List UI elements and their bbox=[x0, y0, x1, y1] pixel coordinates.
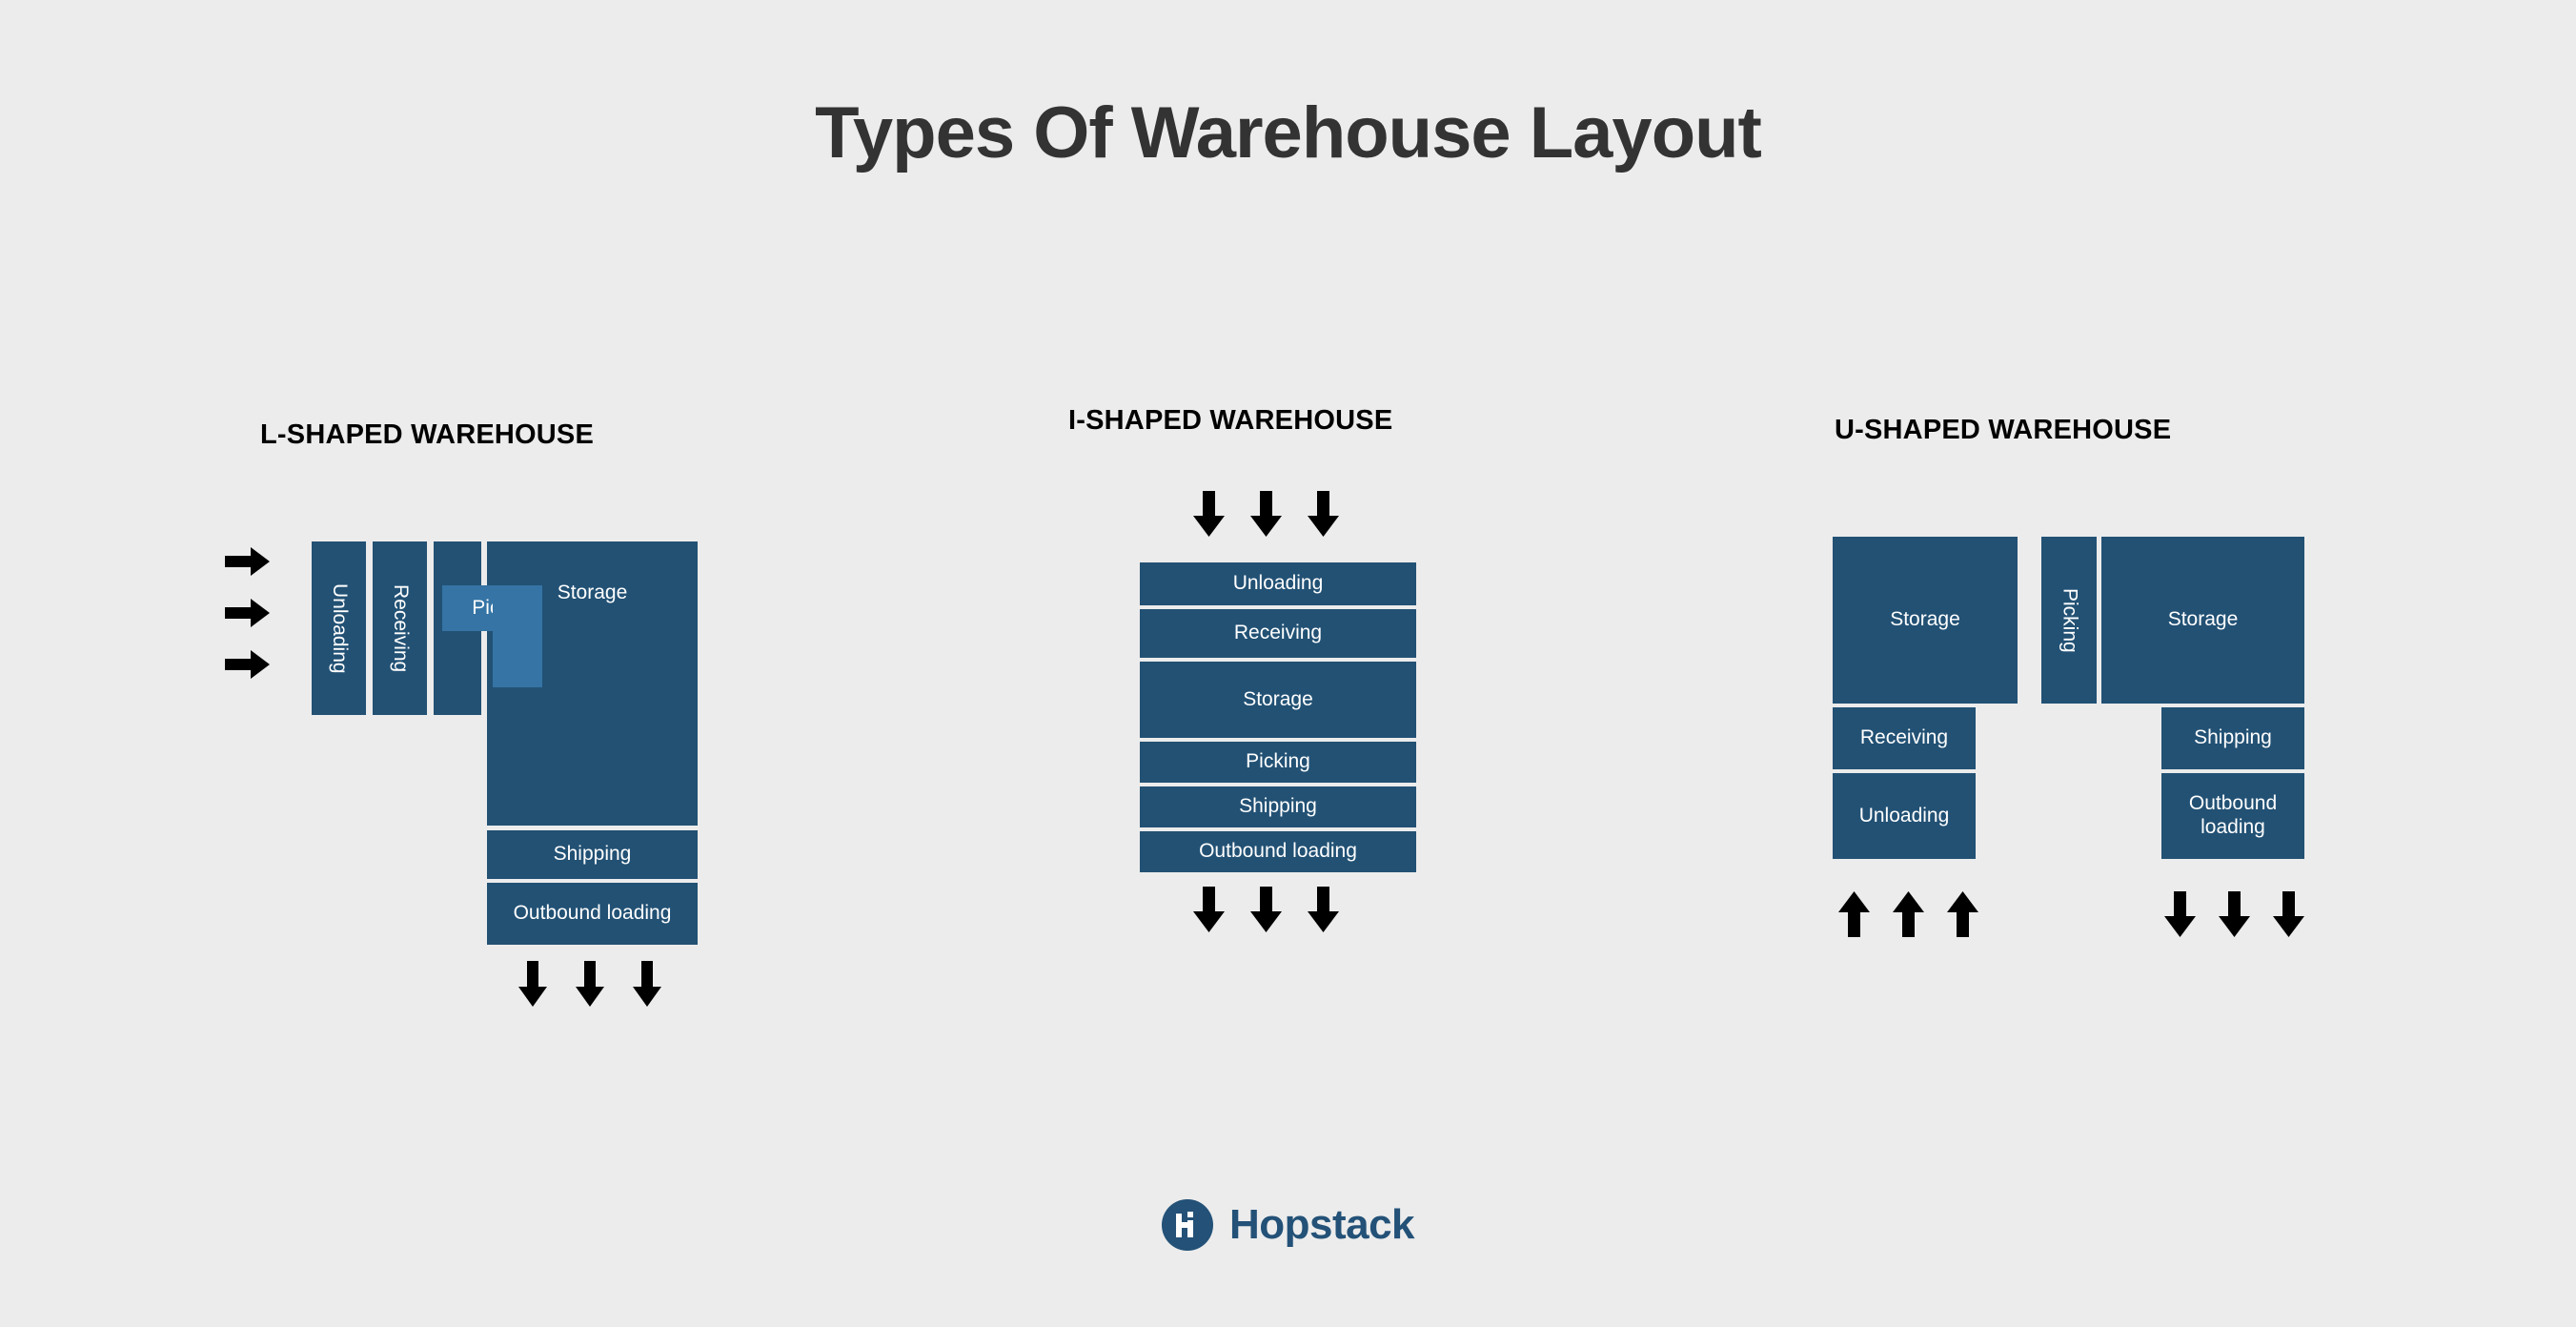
zone-label: Storage bbox=[1243, 687, 1313, 710]
inbound-arrow-up-2 bbox=[1893, 891, 1924, 937]
zone-picking: Picking bbox=[1140, 742, 1416, 783]
logo-h-right-stem bbox=[1187, 1220, 1193, 1237]
panel-title-l-shaped: L-SHAPED WAREHOUSE bbox=[260, 419, 595, 450]
zone-outbound-loading: Outbound loading bbox=[2161, 773, 2304, 859]
zone-unloading: Unloading bbox=[312, 541, 366, 715]
zone-label: Unloading bbox=[328, 582, 351, 674]
zone-storage: Storage bbox=[1140, 662, 1416, 738]
zone-picking: Picking bbox=[2041, 537, 2097, 704]
brand-name: Hopstack bbox=[1228, 1201, 1415, 1248]
zone-outbound-loading: Outbound loading bbox=[1140, 831, 1416, 872]
inbound-arrow-right-2 bbox=[225, 599, 270, 627]
logo-i-dot bbox=[1187, 1212, 1193, 1217]
outbound-arrow-down-2 bbox=[576, 961, 604, 1007]
layout-panel-l-shaped: L-SHAPED WAREHOUSE Storage Unloading Rec… bbox=[172, 419, 858, 1030]
zone-receiving: Receiving bbox=[1140, 609, 1416, 658]
zone-label: Storage bbox=[1890, 608, 1960, 631]
inbound-arrow-down-2 bbox=[1250, 491, 1282, 537]
panel-title-i-shaped: I-SHAPED WAREHOUSE bbox=[1068, 405, 1393, 436]
inbound-arrow-down-1 bbox=[1193, 491, 1225, 537]
zone-receiving: Receiving bbox=[373, 541, 427, 715]
zone-label: Unloading bbox=[1232, 572, 1324, 595]
zone-storage-right: Storage bbox=[2101, 537, 2304, 704]
inbound-arrow-right-3 bbox=[225, 650, 270, 679]
panel-title-u-shaped: U-SHAPED WAREHOUSE bbox=[1835, 415, 2172, 445]
zone-label: Outbound loading bbox=[2188, 792, 2278, 838]
hopstack-logo-icon bbox=[1161, 1199, 1213, 1251]
zone-label: Receiving bbox=[1233, 622, 1323, 644]
zone-label: Storage bbox=[2167, 608, 2239, 631]
outbound-arrow-down-1 bbox=[2164, 891, 2196, 937]
zone-receiving: Receiving bbox=[1833, 707, 1976, 769]
zone-storage-left: Storage bbox=[1833, 537, 2018, 704]
outbound-arrow-down-1 bbox=[518, 961, 547, 1007]
inbound-arrow-right-1 bbox=[225, 547, 270, 576]
layout-panel-u-shaped: U-SHAPED WAREHOUSE Storage Picking Stora… bbox=[1792, 415, 2402, 1034]
zone-unloading: Unloading bbox=[1140, 562, 1416, 605]
zone-label: Outbound loading bbox=[1199, 840, 1357, 863]
inbound-arrow-up-3 bbox=[1947, 891, 1978, 937]
inbound-arrow-down-3 bbox=[1308, 491, 1339, 537]
outbound-arrow-down-3 bbox=[2273, 891, 2304, 937]
page-title: Types Of Warehouse Layout bbox=[815, 92, 1762, 174]
zone-label: Shipping bbox=[2194, 726, 2272, 749]
zone-label: Storage bbox=[557, 582, 628, 603]
zone-outbound-loading: Outbound loading bbox=[487, 883, 698, 945]
zone-label: Outbound loading bbox=[513, 902, 672, 925]
zone-picking-leg bbox=[493, 585, 542, 687]
zone-shipping: Shipping bbox=[1140, 786, 1416, 827]
zone-label: Unloading bbox=[1858, 804, 1950, 827]
outbound-arrow-down-2 bbox=[2219, 891, 2250, 937]
zone-label: Receiving bbox=[1859, 726, 1949, 749]
outbound-arrow-down-3 bbox=[1308, 887, 1339, 932]
zone-label: Picking bbox=[1246, 750, 1310, 773]
zone-label: Receiving bbox=[389, 583, 412, 673]
zone-shipping: Shipping bbox=[487, 830, 698, 879]
zone-unloading: Unloading bbox=[1833, 773, 1976, 859]
outbound-arrow-down-2 bbox=[1250, 887, 1282, 932]
brand-footer: Hopstack bbox=[0, 1199, 2576, 1251]
zone-label: Shipping bbox=[1239, 795, 1317, 818]
outbound-arrow-down-3 bbox=[633, 961, 661, 1007]
zone-label: Shipping bbox=[553, 843, 632, 866]
zone-label: Picking bbox=[2059, 587, 2081, 653]
zone-shipping: Shipping bbox=[2161, 707, 2304, 769]
inbound-arrow-up-1 bbox=[1838, 891, 1870, 937]
layout-panel-i-shaped: I-SHAPED WAREHOUSE Unloading Receiving S… bbox=[1048, 405, 1582, 1072]
outbound-arrow-down-1 bbox=[1193, 887, 1225, 932]
